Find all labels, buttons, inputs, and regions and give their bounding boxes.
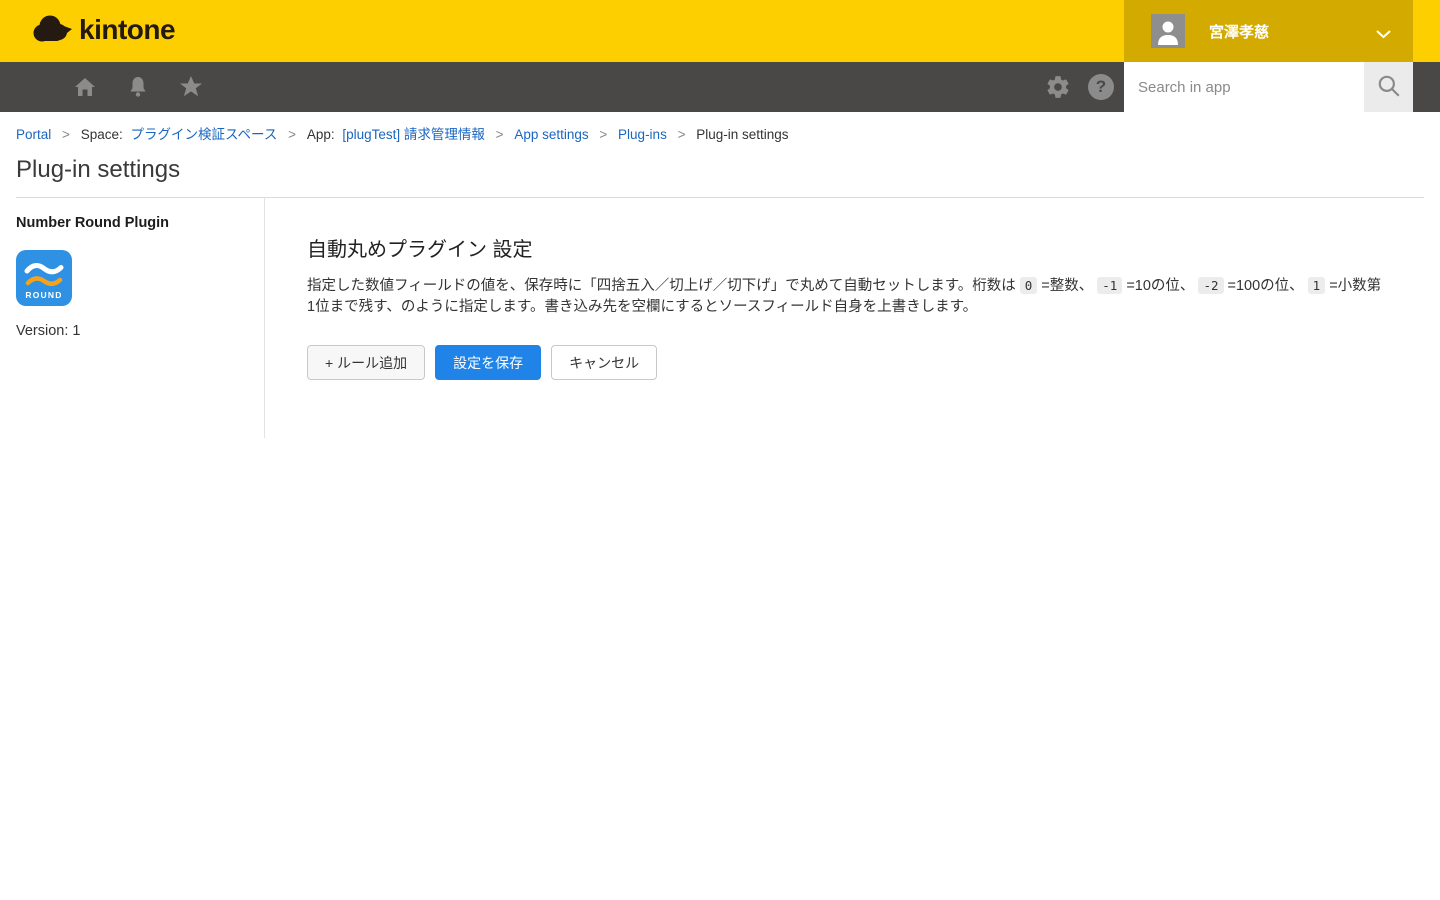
- desc-text: =整数、: [1041, 278, 1093, 294]
- chevron-down-icon: [1376, 26, 1391, 44]
- breadcrumb: Portal > Space: プラグイン検証スペース > App: [plug…: [0, 112, 1440, 143]
- nav-left-group: [0, 72, 206, 102]
- cancel-button[interactable]: キャンセル: [551, 345, 657, 380]
- breadcrumb-prefix-app: App:: [307, 127, 335, 142]
- desc-text: =10の位、: [1126, 278, 1194, 294]
- search-button[interactable]: [1364, 62, 1413, 112]
- breadcrumb-separator: >: [62, 127, 70, 142]
- content-area: Number Round Plugin ROUND Version: 1 自動丸…: [16, 198, 1424, 438]
- user-avatar-icon: [1151, 14, 1185, 48]
- settings-gear-icon[interactable]: [1043, 72, 1073, 102]
- breadcrumb-link-app-settings[interactable]: App settings: [514, 127, 588, 142]
- help-icon[interactable]: ?: [1086, 72, 1116, 102]
- breadcrumb-separator: >: [496, 127, 504, 142]
- save-settings-button[interactable]: 設定を保存: [435, 345, 541, 380]
- global-navbar: ?: [0, 62, 1440, 112]
- plugin-settings-panel: 自動丸めプラグイン 設定 指定した数値フィールドの値を、保存時に「四捨五入／切上…: [265, 198, 1424, 438]
- settings-actions: + ルール追加 設定を保存 キャンセル: [307, 345, 1384, 380]
- desc-code-minus1: -1: [1097, 277, 1122, 294]
- home-icon[interactable]: [70, 72, 100, 102]
- settings-description: 指定した数値フィールドの値を、保存時に「四捨五入／切上げ／切下げ」で丸めて自動セ…: [307, 275, 1384, 318]
- app-header: kintone 宮澤孝慈: [0, 0, 1440, 62]
- breadcrumb-separator: >: [599, 127, 607, 142]
- kintone-logo[interactable]: kintone: [31, 14, 175, 46]
- page-title: Plug-in settings: [16, 156, 1424, 184]
- nav-right-group: ?: [1043, 62, 1116, 112]
- plugin-version: Version: 1: [16, 323, 264, 339]
- breadcrumb-prefix-space: Space:: [81, 127, 123, 142]
- plugin-round-icon: ROUND: [16, 250, 72, 306]
- add-rule-button[interactable]: + ルール追加: [307, 345, 425, 380]
- kintone-cloud-icon: [31, 14, 73, 46]
- plugin-sidebar: Number Round Plugin ROUND Version: 1: [16, 198, 265, 438]
- favorites-star-icon[interactable]: [176, 72, 206, 102]
- breadcrumb-link-plugins[interactable]: Plug-ins: [618, 127, 667, 142]
- logo-wordmark: kintone: [79, 14, 175, 46]
- desc-text: 指定した数値フィールドの値を、保存時に「四捨五入／切上げ／切下げ」で丸めて自動セ…: [307, 278, 1016, 294]
- desc-text: =100の位、: [1228, 278, 1304, 294]
- help-question-glyph: ?: [1088, 74, 1114, 100]
- notifications-bell-icon[interactable]: [123, 72, 153, 102]
- plugin-icon-label: ROUND: [25, 290, 62, 300]
- user-name: 宮澤孝慈: [1209, 21, 1269, 42]
- menu-icon[interactable]: [14, 72, 47, 102]
- breadcrumb-link-app[interactable]: [plugTest] 請求管理情報: [342, 127, 485, 142]
- search-input[interactable]: [1124, 62, 1364, 112]
- search-icon: [1376, 73, 1402, 102]
- breadcrumb-link-space[interactable]: プラグイン検証スペース: [131, 127, 278, 142]
- user-menu[interactable]: 宮澤孝慈: [1124, 0, 1413, 62]
- breadcrumb-separator: >: [678, 127, 686, 142]
- app-search: [1124, 62, 1413, 112]
- desc-code-0: 0: [1020, 277, 1038, 294]
- settings-heading: 自動丸めプラグイン 設定: [307, 233, 1384, 262]
- breadcrumb-link-portal[interactable]: Portal: [16, 127, 51, 142]
- desc-code-1: 1: [1308, 277, 1326, 294]
- plugin-name: Number Round Plugin: [16, 215, 264, 231]
- desc-code-minus2: -2: [1198, 277, 1223, 294]
- breadcrumb-separator: >: [288, 127, 296, 142]
- breadcrumb-current: Plug-in settings: [696, 127, 788, 142]
